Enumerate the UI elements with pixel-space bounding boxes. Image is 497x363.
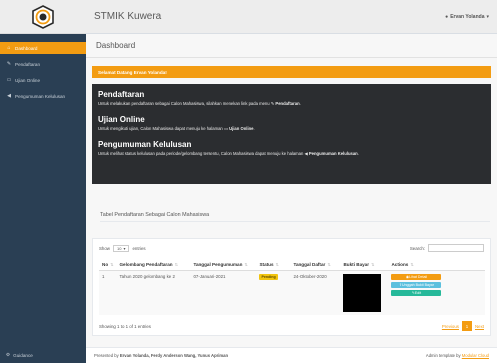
divider xyxy=(86,57,497,58)
app-title: STMIK Kuwera xyxy=(94,11,162,22)
page-title: Dashboard xyxy=(96,41,136,50)
sort-icon: ⇅ xyxy=(244,262,248,267)
cell-actions: ◉ Lihat Detail ⇧ Unggah Bukti Bayar ✎ Ed… xyxy=(388,270,485,315)
cell-tanggal-pengumuman: 07-Januari-2021 xyxy=(190,270,257,315)
footer: Presented by Ervan Yolanda, Ferdy Anders… xyxy=(86,347,497,363)
upload-proof-button[interactable]: ⇧ Unggah Bukti Bayar xyxy=(391,282,442,288)
link-ujian-online[interactable]: Ujian Online xyxy=(229,126,253,131)
main-content: Dashboard Selamat Datang Ervan Yolanda! … xyxy=(86,34,497,347)
search-input[interactable] xyxy=(428,244,484,252)
edit-button[interactable]: ✎ Edit xyxy=(391,290,442,296)
sidebar-item-pengumuman-kelulusan[interactable]: ◀ Pengumuman Kelulusan xyxy=(0,90,86,102)
gear-icon: ⚙ xyxy=(6,352,11,357)
link-pendaftaran[interactable]: Pendaftaran xyxy=(275,101,299,106)
sort-icon: ⇅ xyxy=(174,262,178,267)
edit-icon: ✎ xyxy=(6,61,12,67)
entries-select[interactable]: 10 ▾ xyxy=(112,245,130,252)
table-panel: Show 10 ▾ entries Search: No ⇅ Gelombang … xyxy=(92,238,491,336)
info-text-ujian: Untuk mengikuti ujian, Calon Mahasiswa d… xyxy=(98,126,255,131)
sidebar: ⌂ Dashboard ✎ Pendaftaran ▭ Ujian Online… xyxy=(0,0,86,363)
column-header[interactable]: Actions ⇅ xyxy=(388,259,485,271)
cell-status: Pending xyxy=(256,270,291,315)
payment-proof-image[interactable] xyxy=(343,274,382,312)
sidebar-footer-label: Guidance xyxy=(13,352,33,358)
cell-tanggal-daftar: 24-Oktober-2020 xyxy=(290,270,341,315)
sidebar-menu: ⌂ Dashboard ✎ Pendaftaran ▭ Ujian Online… xyxy=(0,42,86,102)
chevron-down-icon: ▾ xyxy=(486,13,489,20)
sidebar-footer[interactable]: ⚙ Guidance xyxy=(0,347,86,363)
status-badge: Pending xyxy=(259,274,278,280)
modular-cloud-link[interactable]: Modular Cloud xyxy=(462,353,489,358)
table-row: 1 Tahun 2020 gelombang ke 2 07-Januari-2… xyxy=(99,270,485,315)
user-icon: ● xyxy=(445,13,449,20)
sort-icon: ⇅ xyxy=(110,262,114,267)
sidebar-item-ujian-online[interactable]: ▭ Ujian Online xyxy=(0,74,86,86)
pagination: Previous 1 Next xyxy=(442,321,484,331)
sidebar-item-label: Pendaftaran xyxy=(15,61,41,67)
sort-icon: ⇅ xyxy=(410,262,414,267)
pagination-previous[interactable]: Previous xyxy=(442,324,459,329)
column-header[interactable]: Gelombang Pendaftaran ⇅ xyxy=(116,259,191,271)
cell-no: 1 xyxy=(99,270,117,315)
column-header[interactable]: No ⇅ xyxy=(99,259,117,271)
info-text-pendaftaran: Untuk melakukan pendaftaran sebagai Calo… xyxy=(98,101,301,106)
logo[interactable] xyxy=(0,0,86,34)
link-pengumuman-kelulusan[interactable]: Pengumuman Kelulusan xyxy=(309,151,358,156)
table-search: Search: xyxy=(410,244,484,252)
info-heading-pendaftaran: Pendaftaran xyxy=(98,90,145,99)
sidebar-item-label: Pengumuman Kelulusan xyxy=(15,93,66,99)
column-header[interactable]: Tanggal Pengumuman ⇅ xyxy=(190,259,257,271)
college-logo-icon xyxy=(32,4,54,29)
cell-bukti-bayar xyxy=(340,270,389,315)
sidebar-item-label: Dashboard xyxy=(15,45,38,51)
welcome-alert: Selamat Datang Ervan Yolanda! xyxy=(92,66,491,78)
footer-template-credit: Admin template by Modular Cloud xyxy=(425,353,489,358)
user-name: Ervan Yolanda xyxy=(450,13,485,20)
top-navbar: STMIK Kuwera ● Ervan Yolanda ▾ xyxy=(86,0,497,34)
info-panel: Pendaftaran Untuk melakukan pendaftaran … xyxy=(92,84,491,184)
chevron-down-icon: ▾ xyxy=(123,246,126,251)
cell-gelombang: Tahun 2020 gelombang ke 2 xyxy=(116,270,191,315)
footer-credits: Presented by Ervan Yolanda, Ferdy Anders… xyxy=(94,353,229,358)
info-text-pengumuman: Untuk melihat status kelulusan pada peri… xyxy=(98,151,359,156)
column-header[interactable]: Tanggal Daftar ⇅ xyxy=(290,259,341,271)
sort-icon: ⇅ xyxy=(371,262,375,267)
user-menu[interactable]: ● Ervan Yolanda ▾ xyxy=(445,14,489,20)
view-detail-button[interactable]: ◉ Lihat Detail xyxy=(391,274,442,280)
column-header[interactable]: Status ⇅ xyxy=(256,259,291,271)
sidebar-item-dashboard[interactable]: ⌂ Dashboard xyxy=(0,42,86,54)
sort-icon: ⇅ xyxy=(327,262,331,267)
pagination-next[interactable]: Next xyxy=(475,324,484,329)
home-icon: ⌂ xyxy=(7,45,11,51)
info-heading-pengumuman: Pengumuman Kelulusan xyxy=(98,140,192,149)
divider xyxy=(100,221,490,222)
desktop-icon: ▭ xyxy=(6,77,12,83)
registration-table: No ⇅ Gelombang Pendaftaran ⇅ Tanggal Pengu… xyxy=(99,259,485,315)
column-header[interactable]: Bukti Bayar ⇅ xyxy=(340,259,389,271)
info-heading-ujian: Ujian Online xyxy=(98,115,145,124)
bullhorn-icon: ◀ xyxy=(7,93,11,99)
sidebar-item-pendaftaran[interactable]: ✎ Pendaftaran xyxy=(0,58,86,70)
sidebar-item-label: Ujian Online xyxy=(15,77,41,83)
show-entries: Show 10 ▾ entries xyxy=(99,245,146,252)
pagination-page[interactable]: 1 xyxy=(461,321,472,331)
table-title: Tabel Pendaftaran Sebagai Calon Mahasisw… xyxy=(100,212,210,218)
table-info: Showing 1 to 1 of 1 entries xyxy=(99,324,151,329)
sort-icon: ⇅ xyxy=(275,262,279,267)
